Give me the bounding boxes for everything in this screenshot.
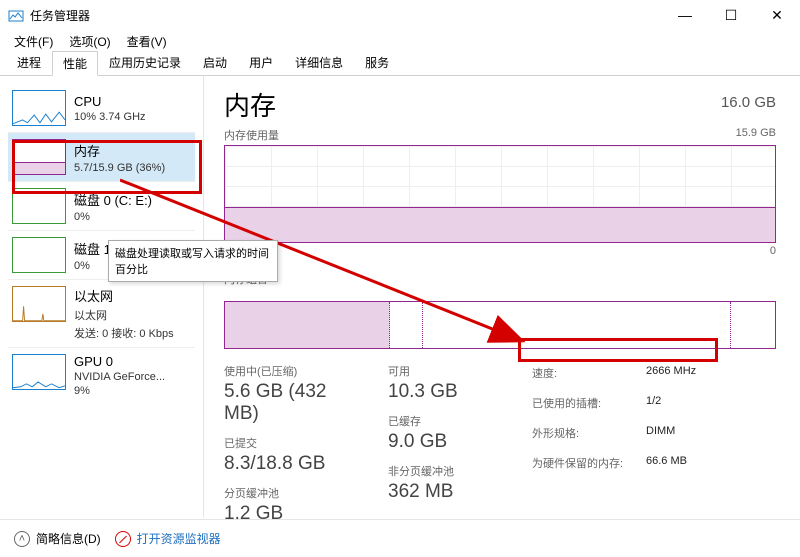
sidebar-item-sub: NVIDIA GeForce... [74, 371, 165, 383]
spec-speed: 速度: 2666 MHz [532, 363, 696, 383]
sidebar-item-label: 内存 [74, 141, 165, 160]
menu-file[interactable]: 文件(F) [8, 31, 59, 52]
spec-hw-reserved: 为硬件保留的内存: 66.6 MB [532, 453, 696, 473]
sidebar-item-label: GPU 0 [74, 354, 165, 369]
disk-mini-graph [12, 188, 66, 224]
stat-cached: 已缓存 9.0 GB [388, 413, 508, 453]
window-title: 任务管理器 [30, 7, 90, 24]
memory-stats: 使用中(已压缩) 5.6 GB (432 MB) 已提交 8.3/18.8 GB… [224, 363, 776, 525]
spec-slots: 已使用的插槽: 1/2 [532, 393, 696, 413]
sidebar-item-label: 磁盘 1 [74, 239, 111, 258]
stat-committed: 已提交 8.3/18.8 GB [224, 435, 364, 475]
sidebar-item-label: 磁盘 0 (C: E:) [74, 190, 152, 209]
sidebar-item-ethernet[interactable]: 以太网 以太网 发送: 0 接收: 0 Kbps [8, 279, 195, 347]
sidebar-item-sub: 0% [74, 211, 152, 223]
menu-options[interactable]: 选项(O) [63, 31, 116, 52]
tab-services[interactable]: 服务 [354, 50, 400, 75]
tab-processes[interactable]: 进程 [6, 50, 52, 75]
ethernet-mini-graph [12, 286, 66, 322]
status-bar: ˄ 简略信息(D) 打开资源监视器 [0, 519, 800, 557]
open-resource-monitor[interactable]: 打开资源监视器 [115, 530, 221, 547]
minimize-button[interactable]: — [662, 0, 708, 30]
sidebar-item-sub: 以太网 [74, 307, 174, 323]
sidebar-item-sub2: 发送: 0 接收: 0 Kbps [74, 325, 174, 341]
memory-spec-list: 速度: 2666 MHz 已使用的插槽: 1/2 外形规格: DIMM 为硬件保… [532, 363, 696, 525]
gpu-mini-graph [12, 354, 66, 390]
sidebar-item-sub: 10% 3.74 GHz [74, 111, 146, 123]
menu-bar: 文件(F) 选项(O) 查看(V) [0, 30, 800, 52]
sidebar-item-sub: 0% [74, 260, 111, 272]
sidebar-item-sub2: 9% [74, 385, 165, 397]
window-controls: — ☐ ✕ [662, 0, 800, 30]
close-button[interactable]: ✕ [754, 0, 800, 30]
memory-composition-chart [224, 301, 776, 349]
disk-mini-graph [12, 237, 66, 273]
sidebar-item-label: 以太网 [74, 286, 174, 305]
tab-bar: 进程 性能 应用历史记录 启动 用户 详细信息 服务 [0, 52, 800, 76]
chart-label: 内存使用量 [224, 127, 279, 143]
sidebar-item-label: CPU [74, 94, 146, 109]
content-area: CPU 10% 3.74 GHz 内存 5.7/15.9 GB (36%) 磁盘… [0, 76, 800, 518]
spec-form-factor: 外形规格: DIMM [532, 423, 696, 443]
chart-max: 15.9 GB [736, 127, 776, 143]
tooltip: 磁盘处理读取或写入请求的时间百分比 [108, 240, 278, 282]
cpu-mini-graph [12, 90, 66, 126]
tab-startup[interactable]: 启动 [192, 50, 238, 75]
performance-sidebar: CPU 10% 3.74 GHz 内存 5.7/15.9 GB (36%) 磁盘… [0, 76, 204, 518]
sidebar-item-gpu0[interactable]: GPU 0 NVIDIA GeForce... 9% [8, 347, 195, 403]
chart-x-right: 0 [770, 245, 776, 261]
sidebar-item-disk0[interactable]: 磁盘 0 (C: E:) 0% [8, 181, 195, 230]
maximize-button[interactable]: ☐ [708, 0, 754, 30]
resource-monitor-icon [115, 531, 131, 547]
sidebar-item-memory[interactable]: 内存 5.7/15.9 GB (36%) [8, 132, 195, 181]
memory-usage-chart [224, 145, 776, 243]
tab-app-history[interactable]: 应用历史记录 [98, 50, 192, 75]
app-icon [8, 7, 24, 23]
menu-view[interactable]: 查看(V) [121, 31, 173, 52]
sidebar-item-sub: 5.7/15.9 GB (36%) [74, 162, 165, 174]
memory-mini-graph [12, 139, 66, 175]
page-title: 内存 [224, 86, 276, 123]
brief-info-toggle[interactable]: ˄ 简略信息(D) [14, 530, 101, 547]
memory-total: 16.0 GB [721, 94, 776, 111]
sidebar-item-cpu[interactable]: CPU 10% 3.74 GHz [8, 84, 195, 132]
chevron-up-icon: ˄ [14, 531, 30, 547]
memory-panel: 内存 16.0 GB 内存使用量 15.9 GB 60 秒 0 内存组合 使用中… [204, 76, 800, 518]
tab-performance[interactable]: 性能 [52, 51, 98, 76]
stat-nonpaged-pool: 非分页缓冲池 362 MB [388, 463, 508, 503]
stat-available: 可用 10.3 GB [388, 363, 508, 403]
stat-in-use: 使用中(已压缩) 5.6 GB (432 MB) [224, 363, 364, 425]
tab-users[interactable]: 用户 [238, 50, 284, 75]
composition-label: 内存组合 [224, 271, 776, 287]
title-bar: 任务管理器 — ☐ ✕ [0, 0, 800, 30]
tab-details[interactable]: 详细信息 [284, 50, 354, 75]
